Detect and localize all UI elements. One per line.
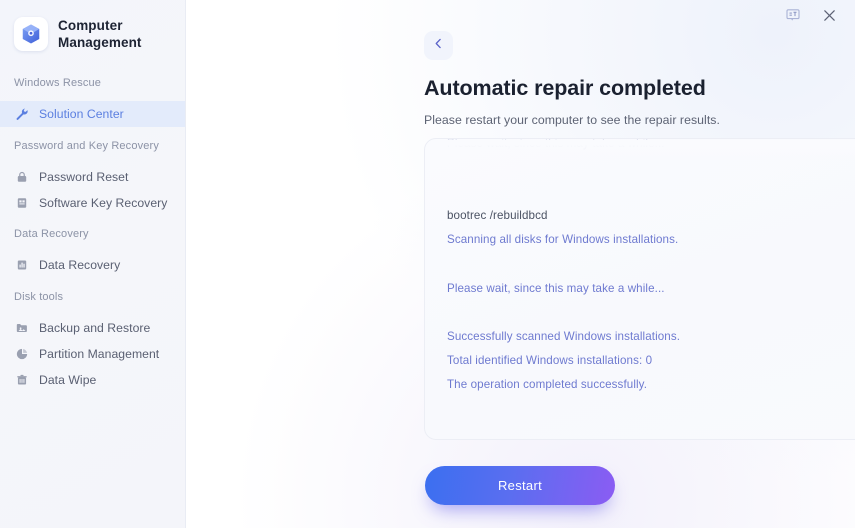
lock-icon: [14, 170, 29, 185]
log-line: Total identified Windows installations: …: [447, 354, 653, 367]
sidebar-item-label: Software Key Recovery: [39, 196, 168, 210]
key-document-icon: [14, 196, 29, 211]
sidebar-group-2: Data Recovery Data Recovery: [0, 229, 185, 278]
sidebar-group-label: Windows Rescue: [14, 77, 102, 89]
chevron-left-icon: [432, 37, 445, 55]
brand-title: Computer Management: [58, 18, 142, 51]
sidebar-group-1: Password and Key Recovery Password Reset S…: [0, 141, 185, 216]
page-title: Automatic repair completed: [424, 76, 706, 100]
folder-icon: [14, 321, 29, 336]
restart-button-wrap: Restart: [425, 466, 615, 505]
app-logo-icon: [14, 17, 48, 52]
sidebar-item-solution-center[interactable]: Solution Center: [0, 101, 185, 127]
sidebar-item-password-reset[interactable]: Password Reset: [0, 164, 185, 190]
chart-document-icon: [14, 258, 29, 273]
sidebar-group-label: Password and Key Recovery: [14, 140, 159, 152]
trash-bin-icon: [14, 373, 29, 388]
log-panel: Please wait, since this may take a while…: [424, 138, 855, 440]
log-line: Scanning all disks for Windows installat…: [447, 233, 679, 246]
sidebar-group-0: Windows Rescue Solution Center: [0, 78, 185, 127]
log-line: The operation completed successfully.: [447, 378, 648, 391]
sidebar-item-software-key-recovery[interactable]: Software Key Recovery: [0, 190, 185, 216]
log-line: Please wait, since this may take a while…: [447, 138, 665, 150]
sidebar-item-label: Password Reset: [39, 170, 129, 184]
sidebar-item-label: Data Recovery: [39, 258, 121, 272]
app-window: Computer Management Windows Rescue Soluti…: [0, 0, 855, 528]
sidebar-item-partition-management[interactable]: Partition Management: [0, 341, 185, 367]
sidebar-item-label: Data Wipe: [39, 373, 97, 387]
log-line: Please wait, since this may take a while…: [447, 282, 665, 295]
log-line: Successfully scanned Windows installatio…: [447, 330, 681, 343]
brand: Computer Management: [0, 0, 185, 52]
sidebar-group-label: Data Recovery: [14, 228, 89, 240]
sidebar-item-label: Solution Center: [39, 107, 124, 121]
window-controls: [783, 0, 855, 30]
back-button[interactable]: [424, 31, 453, 60]
page-subtitle: Please restart your computer to see the …: [424, 113, 720, 127]
sidebar-item-label: Partition Management: [39, 347, 160, 361]
wrench-icon: [14, 107, 29, 122]
sidebar-group-3: Disk tools Backup and Restore Partition Ma…: [0, 292, 185, 393]
sidebar-item-backup-and-restore[interactable]: Backup and Restore: [0, 315, 185, 341]
sidebar-group-label: Disk tools: [14, 291, 64, 303]
feedback-message-icon[interactable]: [783, 5, 803, 25]
main-content: Automatic repair completed Please restar…: [186, 0, 855, 528]
sidebar-item-label: Backup and Restore: [39, 321, 151, 335]
sidebar: Computer Management Windows Rescue Soluti…: [0, 0, 186, 528]
sidebar-item-data-recovery[interactable]: Data Recovery: [0, 252, 185, 278]
log-line: bootrec /rebuildbcd: [447, 209, 548, 222]
close-icon[interactable]: [819, 5, 839, 25]
sidebar-item-data-wipe[interactable]: Data Wipe: [0, 367, 185, 393]
pie-chart-icon: [14, 347, 29, 362]
restart-button[interactable]: Restart: [425, 466, 615, 505]
